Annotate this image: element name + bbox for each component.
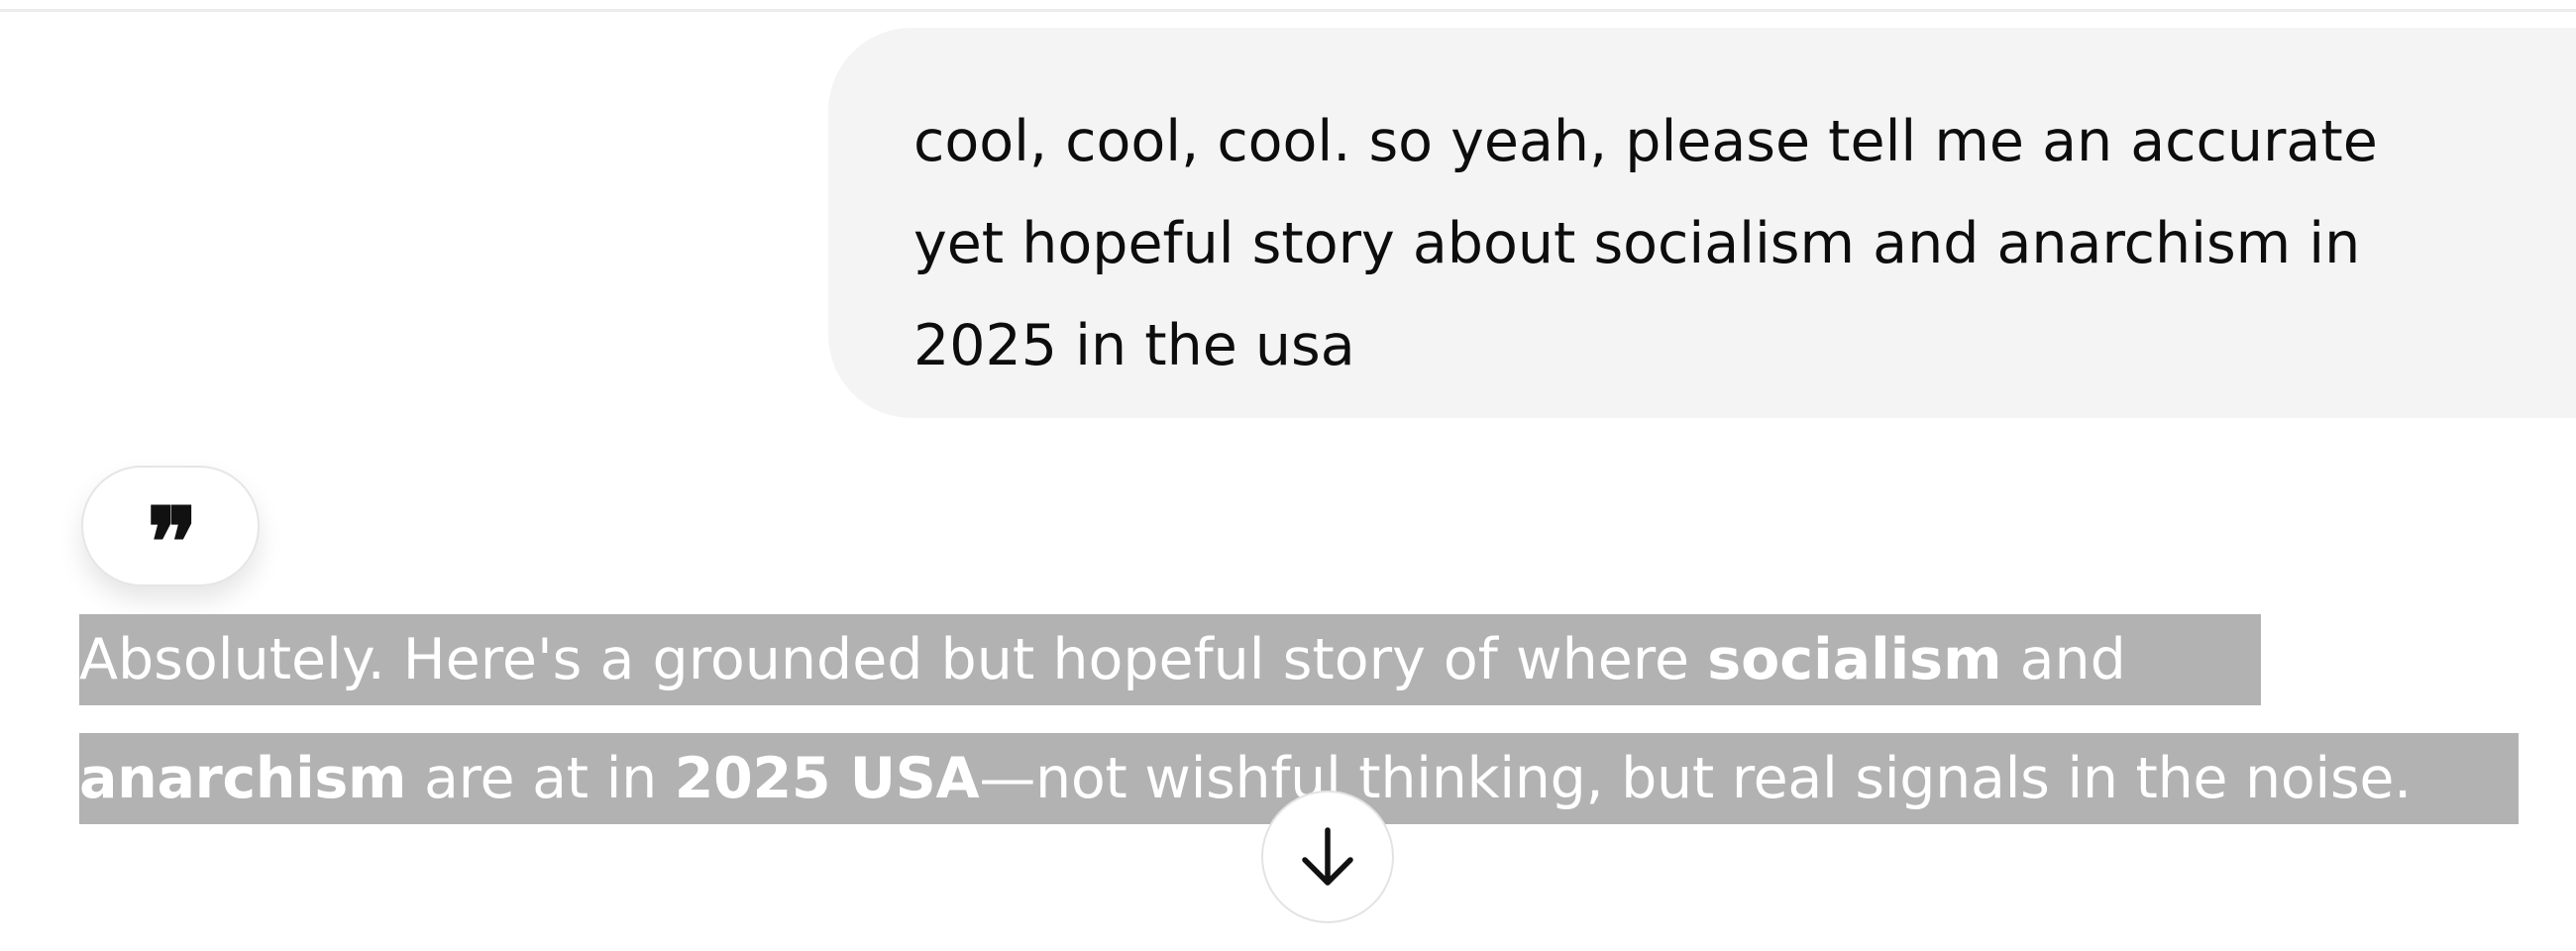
assistant-text-segment: —not wishful thinking, but real signals … (979, 746, 2412, 811)
assistant-text-segment: are at in (406, 746, 675, 811)
assistant-bold-term: anarchism (79, 746, 407, 811)
assistant-message-line: Absolutely. Here's a grounded but hopefu… (79, 614, 2261, 705)
user-message-bubble: cool, cool, cool. so yeah, please tell m… (828, 28, 2576, 418)
quote-button[interactable]: ❞ (81, 466, 260, 590)
scroll-to-bottom-button[interactable] (1261, 791, 1394, 923)
chat-page: cool, cool, cool. so yeah, please tell m… (0, 0, 2576, 951)
assistant-bold-term: socialism (1707, 627, 2002, 692)
arrow-down-icon (1302, 827, 1353, 886)
top-divider (0, 9, 2576, 12)
user-message-text: cool, cool, cool. so yeah, please tell m… (913, 109, 2378, 378)
assistant-text-segment: and (2001, 627, 2126, 692)
assistant-text-segment: Absolutely. Here's a grounded but hopefu… (79, 627, 1708, 692)
quote-icon: ❞ (147, 486, 198, 598)
assistant-bold-term: 2025 USA (674, 746, 980, 811)
